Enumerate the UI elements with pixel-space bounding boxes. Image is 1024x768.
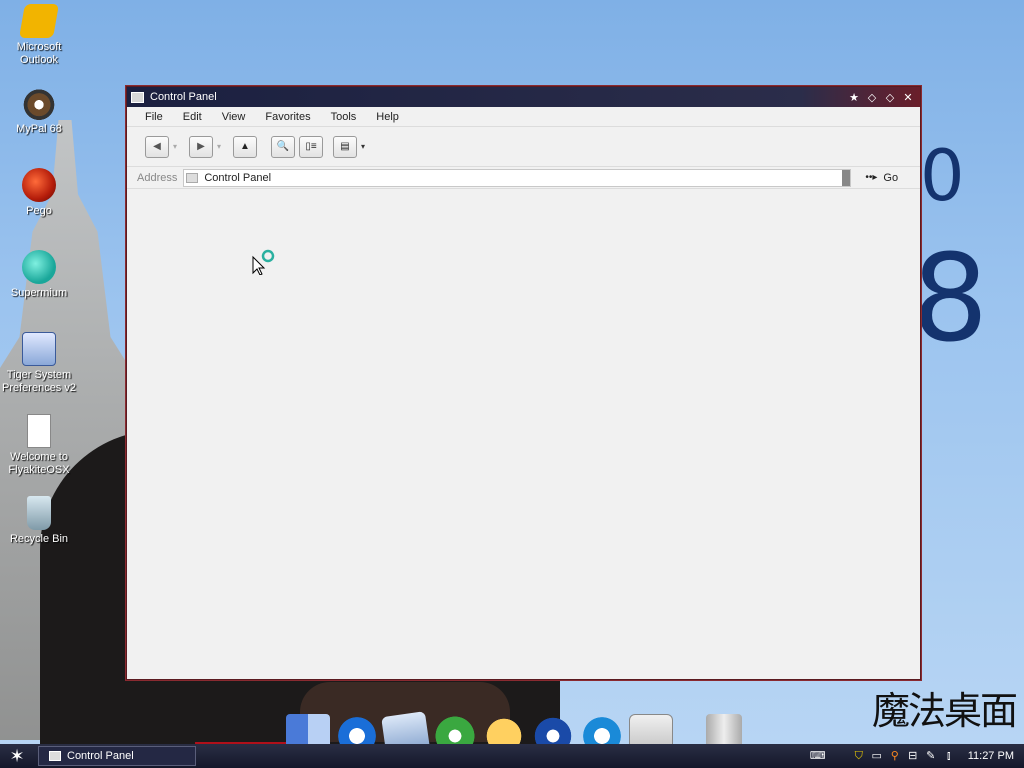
forward-dropdown[interactable]: ▾ [217, 142, 227, 151]
recycle-bin-icon [27, 496, 51, 530]
window-title: Control Panel [150, 91, 217, 103]
back-button[interactable]: ◀ [145, 135, 169, 158]
desktop-icon-welcome[interactable]: Welcome to FlyakiteOSX [0, 414, 78, 477]
desktop-icon-label: MyPal 68 [16, 123, 62, 135]
network-icon[interactable]: ⊟ [906, 749, 920, 763]
up-button[interactable]: ▲ [233, 135, 257, 158]
desktop-icon-label: Tiger System Preferences v2 [2, 369, 76, 394]
go-label: Go [883, 171, 899, 184]
control-panel-window: Control Panel ★ ◇ ◇ ✕ File Edit View Fav… [126, 86, 921, 680]
address-field[interactable]: Control Panel [183, 168, 852, 187]
views-button[interactable]: ▤ [333, 135, 357, 158]
address-dropdown[interactable] [842, 169, 851, 186]
forward-button[interactable]: ▶ [189, 135, 213, 158]
busy-cursor-icon [252, 249, 275, 275]
menu-help[interactable]: Help [366, 111, 409, 123]
maximize-button[interactable]: ◇ [882, 91, 898, 104]
search-icon[interactable]: ⚲ [888, 749, 902, 763]
document-icon [27, 414, 51, 448]
desktop-icon-label: Recycle Bin [9, 533, 69, 545]
toolbar: ◀ ▾ ▶ ▾ ▲ 🔍 ▯≡ ▤ ▾ [127, 127, 920, 167]
go-arrow-icon: ••▸ [865, 172, 878, 183]
menu-favorites[interactable]: Favorites [255, 111, 320, 123]
close-button[interactable]: ✕ [900, 91, 916, 104]
outlook-icon [19, 4, 59, 38]
desktop-icon-label: Welcome to FlyakiteOSX [8, 451, 70, 476]
wallpaper-digit: 8 [912, 230, 989, 369]
tools-icon[interactable]: ✎ [924, 749, 938, 763]
search-button[interactable]: 🔍 [271, 135, 295, 158]
desktop-icon-recycle-bin[interactable]: Recycle Bin [0, 496, 78, 546]
volume-icon[interactable]: ⫾ [942, 749, 956, 763]
monitor-icon[interactable]: ▭ [870, 749, 884, 763]
pin-button[interactable]: ★ [846, 91, 862, 104]
clock[interactable]: 11:27 PM [968, 750, 1014, 762]
menu-tools[interactable]: Tools [321, 111, 367, 123]
wallpaper-logo: 魔法桌面 [871, 689, 1018, 733]
taskbar-button-label: Control Panel [67, 750, 134, 762]
folder-icon [186, 172, 199, 183]
desktop-icon-system-preferences[interactable]: Tiger System Preferences v2 [0, 332, 78, 395]
keyboard-icon[interactable]: ⌨ [810, 749, 826, 763]
taskbar: ✶ Control Panel ⌨ ⛉ ▭ ⚲ ⊟ ✎ ⫾ 11:27 PM [0, 744, 1024, 768]
desktop-icon-supermium[interactable]: Supermium [0, 250, 78, 300]
minimize-button[interactable]: ◇ [864, 91, 880, 104]
back-dropdown[interactable]: ▾ [173, 142, 183, 151]
window-icon [131, 91, 144, 103]
window-icon [49, 751, 61, 761]
system-tray: ⌨ ⛉ ▭ ⚲ ⊟ ✎ ⫾ 11:27 PM [806, 744, 1024, 768]
security-shield-icon[interactable]: ⛉ [852, 749, 866, 763]
go-button[interactable]: ••▸ Go [865, 172, 898, 184]
menu-bar: File Edit View Favorites Tools Help [127, 107, 920, 127]
desktop-icon-mypal[interactable]: MyPal 68 [0, 86, 78, 136]
mypal-icon [22, 86, 56, 120]
address-bar: Address Control Panel ••▸ Go [127, 167, 920, 189]
desktop-icon-pego[interactable]: Pego [0, 168, 78, 218]
address-label: Address [137, 171, 178, 184]
folders-button[interactable]: ▯≡ [299, 135, 323, 158]
views-dropdown[interactable]: ▾ [361, 142, 371, 151]
supermium-icon [22, 250, 56, 284]
wallpaper-digit: 0 [920, 135, 965, 217]
address-value: Control Panel [204, 171, 272, 184]
system-preferences-icon [22, 332, 56, 366]
menu-view[interactable]: View [212, 111, 256, 123]
desktop-icon-outlook[interactable]: Microsoft Outlook [0, 4, 78, 67]
menu-file[interactable]: File [135, 111, 173, 123]
start-button[interactable]: ✶ [0, 744, 34, 768]
menu-edit[interactable]: Edit [173, 111, 212, 123]
taskbar-button-control-panel[interactable]: Control Panel [38, 746, 196, 766]
desktop-icon-label: Supermium [10, 287, 68, 299]
window-titlebar[interactable]: Control Panel ★ ◇ ◇ ✕ [127, 87, 920, 107]
desktop-icon-label: Pego [26, 205, 52, 217]
pego-icon [22, 168, 56, 202]
desktop-icon-label: Microsoft Outlook [16, 41, 62, 66]
window-content[interactable] [127, 189, 920, 679]
